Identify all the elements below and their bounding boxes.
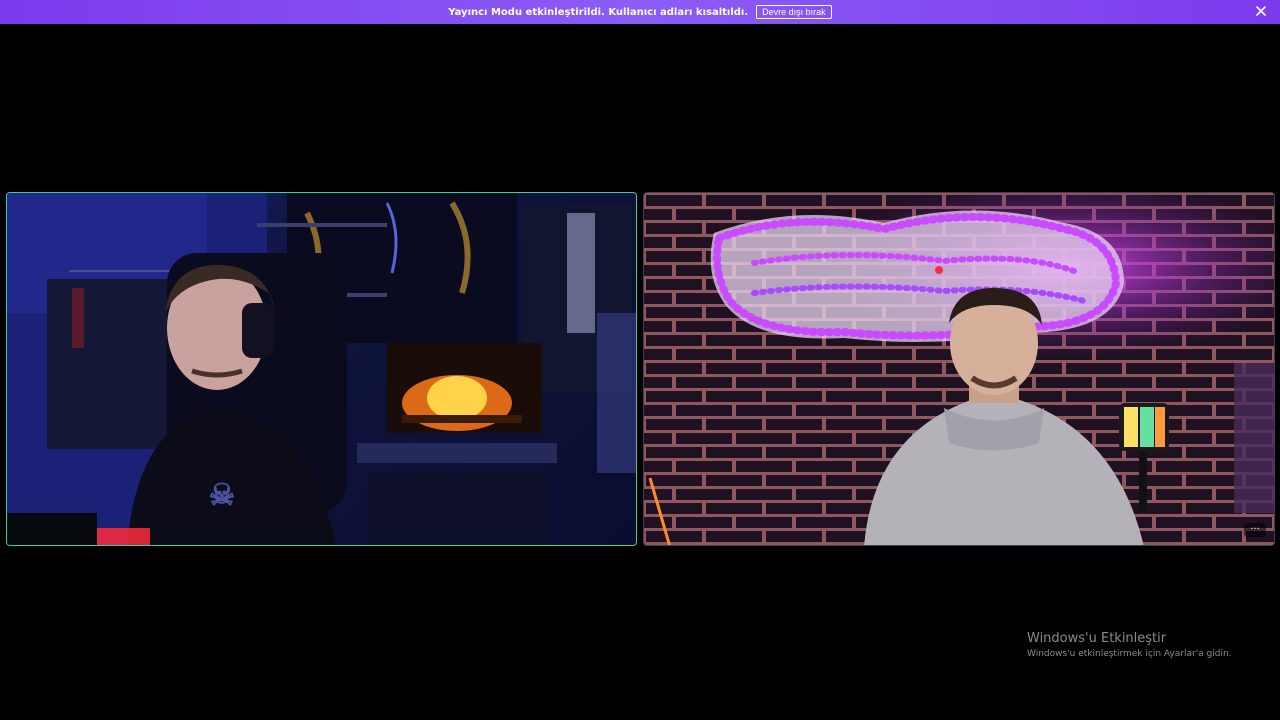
streamer-mode-banner: Yayıncı Modu etkinleştirildi. Kullanıcı …: [0, 0, 1280, 24]
video-tile-participant-2[interactable]: ···: [643, 192, 1275, 546]
video-feed-participant-2: [644, 193, 1274, 545]
video-tile-participant-1[interactable]: ☠: [6, 192, 637, 546]
watermark-subtitle: Windows'u etkinleştirmek için Ayarlar'a …: [1027, 649, 1232, 659]
disable-streamer-mode-button[interactable]: Devre dışı bırak: [756, 5, 832, 19]
watermark-title: Windows'u Etkinleştir: [1027, 631, 1167, 646]
close-icon[interactable]: [1254, 4, 1268, 18]
more-options-label: ···: [1250, 524, 1260, 535]
windows-activation-watermark: Windows'u Etkinleştir Windows'u etkinleş…: [1027, 631, 1232, 659]
svg-text:☠: ☠: [209, 478, 236, 513]
more-options-icon[interactable]: ···: [1244, 523, 1266, 537]
banner-message: Yayıncı Modu etkinleştirildi. Kullanıcı …: [448, 6, 749, 18]
video-feed-participant-1: ☠: [7, 193, 636, 545]
app-window: Yayıncı Modu etkinleştirildi. Kullanıcı …: [0, 0, 1280, 720]
